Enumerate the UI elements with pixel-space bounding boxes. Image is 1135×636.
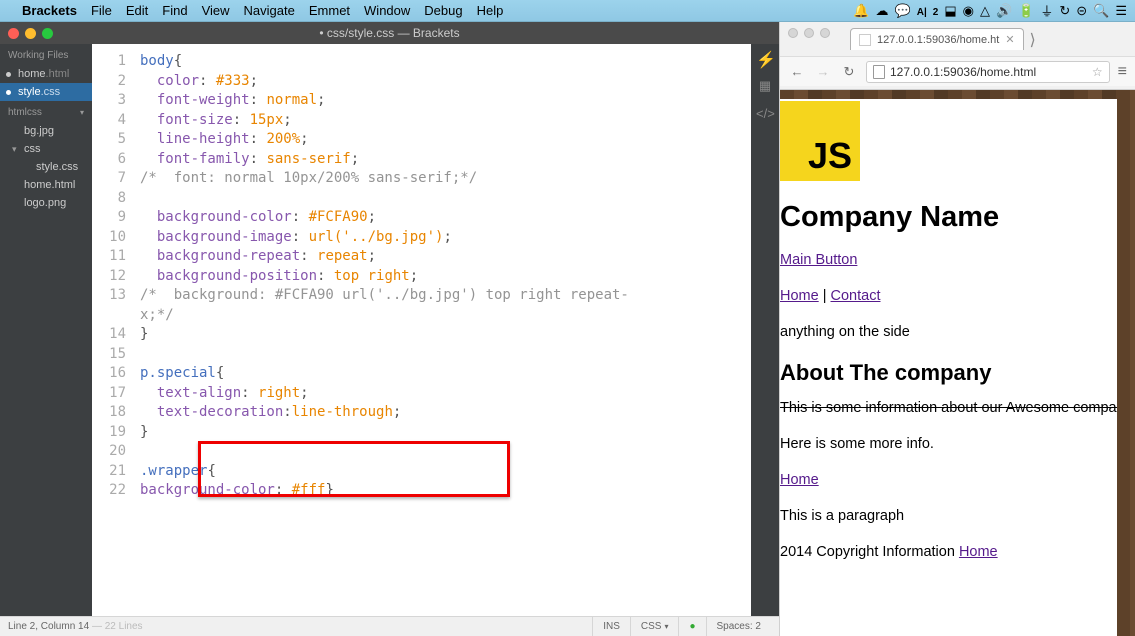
status-lang[interactable]: CSS▾ — [630, 617, 679, 636]
live-preview-icon[interactable]: ⚡ — [756, 50, 774, 68]
footer-home-link[interactable]: Home — [959, 544, 998, 560]
menu-file[interactable]: File — [91, 3, 112, 18]
menu-edit[interactable]: Edit — [126, 3, 148, 18]
project-name-label: htmlcss — [8, 107, 42, 118]
more-info-text: Here is some more info. — [780, 436, 1117, 452]
battery-icon[interactable]: 🔋 — [1018, 3, 1034, 19]
status-cursor: Line 2, Column 14 — [8, 621, 89, 632]
wifi-icon[interactable]: ⏚ — [1040, 1, 1053, 20]
window-title: • css/style.css — Brackets — [319, 26, 459, 40]
code-editor[interactable]: 12345678910111213141516171819202122 body… — [92, 44, 751, 616]
working-files-label: Working Files — [8, 50, 68, 61]
company-name-heading: Company Name — [780, 201, 1117, 234]
status-ins[interactable]: INS — [592, 617, 630, 636]
project-header[interactable]: htmlcss ▾ — [0, 101, 92, 122]
spotlight-icon[interactable]: 🔍 — [1093, 3, 1109, 19]
browser-tab[interactable]: 127.0.0.1:59036/home.ht ✕ — [850, 28, 1024, 50]
sample-paragraph: This is a paragraph — [780, 508, 1117, 524]
status-errors[interactable]: ● — [678, 617, 705, 636]
sync-icon[interactable]: ↻ — [1059, 3, 1070, 19]
cloud-icon[interactable]: ☁︎ — [876, 3, 889, 19]
back-button[interactable]: ← — [788, 64, 806, 79]
tree-file[interactable]: style.css — [4, 158, 92, 176]
code-view-icon[interactable]: </> — [756, 106, 774, 124]
page-viewport: JS Company Name Main Button Home | Conta… — [780, 90, 1135, 636]
dropdown-icon: ▾ — [80, 108, 84, 117]
extension-manager-icon[interactable]: ▦ — [756, 78, 774, 96]
menu-navigate[interactable]: Navigate — [244, 3, 295, 18]
menu-debug[interactable]: Debug — [424, 3, 462, 18]
dropbox-icon[interactable]: ⬓ — [944, 3, 956, 19]
brackets-statusbar: Line 2, Column 14 — 22 Lines INS CSS▾ ● … — [0, 616, 779, 636]
tree-file[interactable]: home.html — [4, 176, 92, 194]
code-area[interactable]: body{ color: #333; font-weight: normal; … — [136, 44, 751, 616]
js-logo: JS — [780, 101, 860, 181]
volume-icon[interactable]: 🔊 — [996, 3, 1012, 19]
tree-folder[interactable]: ▾css — [4, 140, 92, 158]
chrome-menu-icon[interactable]: ≡ — [1118, 63, 1127, 81]
tree-file[interactable]: bg.jpg — [4, 122, 92, 140]
drive-icon[interactable]: △ — [980, 3, 990, 19]
home-link[interactable]: Home — [780, 472, 819, 488]
brackets-toolstrip: ⚡ ▦ </> — [751, 44, 779, 616]
forward-button[interactable]: → — [814, 64, 832, 79]
brackets-window: • css/style.css — Brackets Working Files… — [0, 22, 780, 636]
bell-icon[interactable]: 🔔 — [853, 3, 869, 19]
app-menu[interactable]: Brackets — [22, 3, 77, 18]
menu-emmet[interactable]: Emmet — [309, 3, 350, 18]
footer-text: 2014 Copyright Information Home — [780, 544, 1117, 560]
brackets-sidebar: Working Files home.htmlstyle.css htmlcss… — [0, 44, 92, 616]
power-icon[interactable]: ⊝ — [1076, 3, 1087, 19]
url-text: 127.0.0.1:59036/home.html — [890, 65, 1036, 79]
about-heading: About The company — [780, 360, 1117, 386]
page-content: JS Company Name Main Button Home | Conta… — [780, 99, 1117, 636]
status-lines: — 22 Lines — [89, 621, 142, 632]
working-file-item[interactable]: style.css — [0, 83, 92, 101]
line-gutter: 12345678910111213141516171819202122 — [92, 44, 136, 616]
tab-title: 127.0.0.1:59036/home.ht — [877, 34, 999, 46]
menu-help[interactable]: Help — [477, 3, 504, 18]
tree-file[interactable]: logo.png — [4, 194, 92, 212]
brackets-titlebar: • css/style.css — Brackets — [0, 22, 779, 44]
menubar-status-icons: 🔔 ☁︎ 💬 A| 2 ⬓ ◉ △ 🔊 🔋 ⏚ ↻ ⊝ 🔍 ☰ — [853, 1, 1127, 20]
working-file-item[interactable]: home.html — [0, 65, 92, 83]
record-icon[interactable]: ◉ — [963, 3, 974, 19]
macos-menubar: Brackets File Edit Find View Navigate Em… — [0, 0, 1135, 22]
notification-center-icon[interactable]: ☰ — [1115, 3, 1127, 19]
adobe-icon[interactable]: A| — [917, 3, 927, 18]
new-tab-button[interactable]: ⟩ — [1024, 30, 1042, 50]
strike-paragraph: This is some information about our Aweso… — [780, 400, 1117, 416]
window-close-button[interactable] — [8, 28, 19, 39]
menu-window[interactable]: Window — [364, 3, 410, 18]
status-spaces[interactable]: Spaces: 2 — [706, 617, 771, 636]
working-files-list: home.htmlstyle.css — [0, 65, 92, 101]
menu-find[interactable]: Find — [162, 3, 187, 18]
window-minimize-button[interactable] — [25, 28, 36, 39]
file-tree: bg.jpg▾cssstyle.csshome.htmllogo.png — [0, 122, 92, 212]
page-icon — [873, 65, 885, 79]
speech-icon[interactable]: 💬 — [895, 3, 911, 19]
address-bar[interactable]: 127.0.0.1:59036/home.html ☆ — [866, 61, 1110, 83]
main-button-link[interactable]: Main Button — [780, 252, 857, 268]
favicon-icon — [859, 34, 871, 46]
window-zoom-button[interactable] — [42, 28, 53, 39]
nav-separator: | — [819, 288, 831, 304]
nav-home-link[interactable]: Home — [780, 288, 819, 304]
chrome-tabstrip: 127.0.0.1:59036/home.ht ✕ ⟩ — [780, 26, 1135, 50]
side-text: anything on the side — [780, 324, 1117, 340]
chrome-toolbar: ← → ↻ 127.0.0.1:59036/home.html ☆ ≡ — [780, 56, 1135, 86]
menu-view[interactable]: View — [202, 3, 230, 18]
tab-close-icon[interactable]: ✕ — [1005, 33, 1014, 46]
working-files-header[interactable]: Working Files — [0, 44, 92, 65]
reload-button[interactable]: ↻ — [840, 64, 858, 80]
chrome-window: 127.0.0.1:59036/home.ht ✕ ⟩ ← → ↻ 127.0.… — [780, 22, 1135, 636]
two-badge-icon[interactable]: 2 — [933, 3, 939, 18]
bookmark-star-icon[interactable]: ☆ — [1092, 65, 1103, 79]
nav-contact-link[interactable]: Contact — [831, 288, 881, 304]
